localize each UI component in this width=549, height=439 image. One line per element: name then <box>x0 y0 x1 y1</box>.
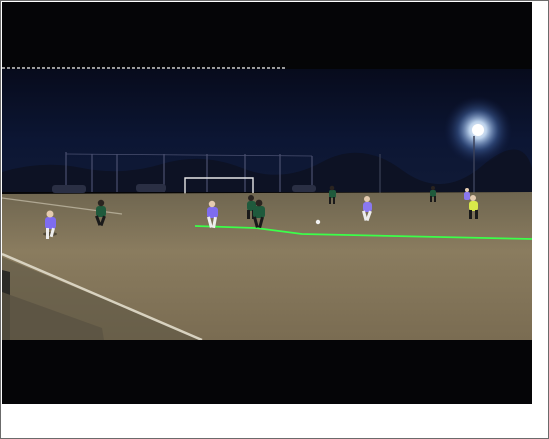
top-letterbox <box>2 2 532 68</box>
bottom-letterbox <box>2 340 532 404</box>
image-frame <box>0 0 549 439</box>
soccer-scene <box>2 2 532 404</box>
soccer-ball <box>315 219 321 225</box>
video-frame <box>2 2 532 404</box>
floodlight <box>472 124 484 136</box>
